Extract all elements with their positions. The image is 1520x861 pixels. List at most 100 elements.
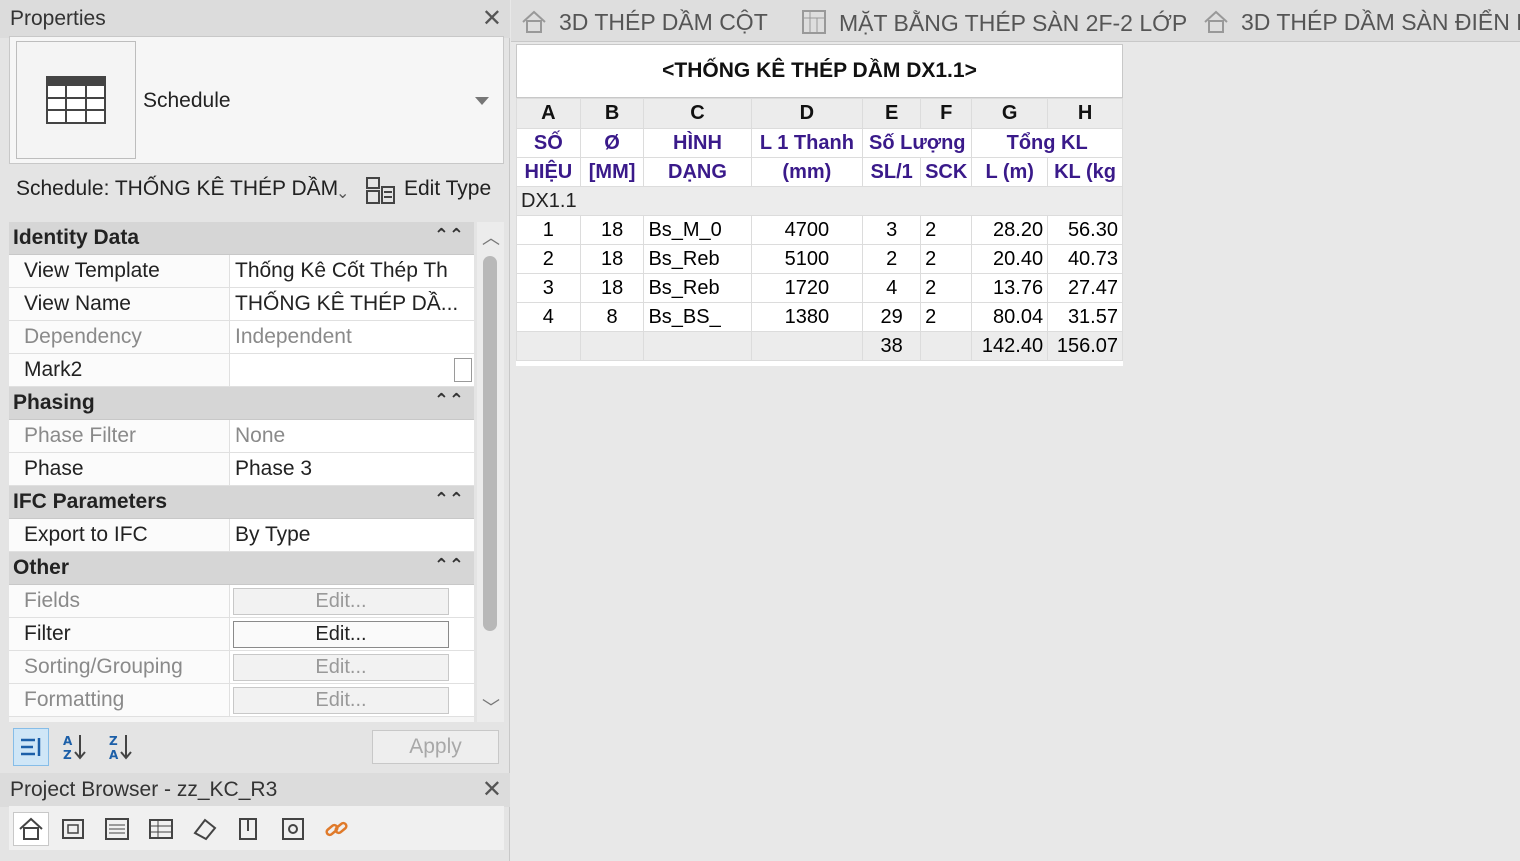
categorize-icon[interactable] bbox=[13, 728, 49, 766]
tab-mat-bang-thep-san[interactable]: MẶT BẰNG THÉP SÀN 2F-2 LỚP bbox=[801, 0, 1187, 41]
table-cell[interactable]: 27.47 bbox=[1047, 273, 1123, 303]
table-cell[interactable] bbox=[579, 331, 645, 361]
header-cell[interactable]: L 1 Thanh bbox=[750, 128, 864, 158]
table-cell[interactable]: 13.76 bbox=[971, 273, 1049, 303]
export-ifc-select[interactable]: By Type bbox=[230, 519, 474, 551]
table-cell[interactable]: Bs_Reb bbox=[643, 273, 752, 303]
tab-3d-thep-dam-san[interactable]: 3D THÉP DẦM SÀN ĐIỂN HÌ bbox=[1203, 0, 1520, 41]
table-cell[interactable] bbox=[750, 331, 864, 361]
chevron-down-icon[interactable]: ⌄ bbox=[336, 183, 349, 203]
table-cell[interactable]: 5100 bbox=[750, 244, 864, 274]
column-letter[interactable]: A bbox=[516, 98, 581, 129]
collapse-icon[interactable]: ⌃⌃ bbox=[434, 390, 464, 411]
table-cell[interactable]: Bs_M_0 bbox=[643, 215, 752, 245]
header-cell[interactable]: SCK bbox=[920, 157, 973, 187]
table-cell[interactable] bbox=[516, 331, 581, 361]
table-cell[interactable]: 4 bbox=[516, 302, 581, 332]
table-cell[interactable]: 2 bbox=[862, 244, 922, 274]
table-cell[interactable]: 31.57 bbox=[1047, 302, 1123, 332]
header-cell[interactable]: HIỆU bbox=[516, 157, 581, 187]
header-cell[interactable]: (mm) bbox=[750, 157, 864, 187]
table-cell[interactable]: 2 bbox=[516, 244, 581, 274]
legend-icon[interactable] bbox=[187, 812, 223, 846]
table-cell[interactable]: 2 bbox=[920, 302, 973, 332]
header-cell[interactable]: SL/1 bbox=[862, 157, 922, 187]
schedule-view[interactable]: <THỐNG KÊ THÉP DẦM DX1.1> A B C D E F G … bbox=[516, 44, 1123, 366]
header-cell[interactable]: Ø bbox=[579, 128, 645, 158]
total-length[interactable]: 142.40 bbox=[971, 331, 1049, 361]
properties-scrollbar[interactable]: ︿ ﹀ bbox=[477, 222, 504, 722]
total-weight[interactable]: 156.07 bbox=[1047, 331, 1123, 361]
header-cell[interactable]: L (m) bbox=[971, 157, 1049, 187]
table-cell[interactable]: Bs_Reb bbox=[643, 244, 752, 274]
table-cell[interactable]: 1 bbox=[516, 215, 581, 245]
header-cell[interactable]: [MM] bbox=[579, 157, 645, 187]
view-name-field[interactable]: THỐNG KÊ THÉP DẦ... bbox=[230, 288, 474, 320]
sorting-edit-button[interactable]: Edit... bbox=[233, 654, 449, 681]
table-cell[interactable]: 18 bbox=[579, 244, 645, 274]
table-cell[interactable]: 3 bbox=[516, 273, 581, 303]
table-cell[interactable]: 2 bbox=[920, 244, 973, 274]
column-letter[interactable]: H bbox=[1047, 98, 1123, 129]
header-cell[interactable]: DẠNG bbox=[643, 157, 752, 187]
sheet-list-icon[interactable] bbox=[99, 812, 135, 846]
chevron-down-icon[interactable] bbox=[475, 97, 489, 105]
house-icon[interactable] bbox=[13, 812, 49, 846]
column-letter[interactable]: E bbox=[862, 98, 922, 129]
total-quantity[interactable]: 38 bbox=[862, 331, 922, 361]
collapse-icon[interactable]: ⌃⌃ bbox=[434, 489, 464, 510]
edit-type-button[interactable]: Edit Type bbox=[364, 168, 491, 212]
instance-filter-dropdown[interactable]: Schedule: THỐNG KÊ THÉP DẦM bbox=[9, 168, 354, 212]
table-cell[interactable]: 29 bbox=[862, 302, 922, 332]
mark2-checkbox[interactable] bbox=[454, 358, 472, 382]
table-cell[interactable] bbox=[643, 331, 752, 361]
collapse-icon[interactable]: ⌃⌃ bbox=[434, 555, 464, 576]
close-icon[interactable]: ✕ bbox=[482, 4, 502, 33]
table-cell[interactable]: 2 bbox=[920, 215, 973, 245]
schedule-list-icon[interactable] bbox=[143, 812, 179, 846]
column-letter[interactable]: G bbox=[971, 98, 1049, 129]
section-phasing[interactable]: Phasing ⌃⌃ bbox=[9, 387, 474, 420]
fields-edit-button[interactable]: Edit... bbox=[233, 588, 449, 615]
filter-edit-button[interactable]: Edit... bbox=[233, 621, 449, 648]
family-icon[interactable] bbox=[275, 812, 311, 846]
table-cell[interactable]: 80.04 bbox=[971, 302, 1049, 332]
table-cell[interactable]: Bs_BS_ bbox=[643, 302, 752, 332]
formatting-edit-button[interactable]: Edit... bbox=[233, 687, 449, 714]
type-selector[interactable]: Schedule bbox=[9, 36, 504, 164]
table-cell[interactable]: 1720 bbox=[750, 273, 864, 303]
3d-view-icon[interactable] bbox=[55, 812, 91, 846]
scroll-down-icon[interactable]: ﹀ bbox=[482, 694, 500, 720]
phase-select[interactable]: Phase 3 bbox=[230, 453, 474, 485]
section-other[interactable]: Other ⌃⌃ bbox=[9, 552, 474, 585]
header-cell[interactable]: KL (kg bbox=[1047, 157, 1123, 187]
scroll-up-icon[interactable]: ︿ bbox=[482, 224, 500, 250]
header-cell[interactable]: Số Lượng bbox=[862, 128, 973, 158]
schedule-title[interactable]: <THỐNG KÊ THÉP DẦM DX1.1> bbox=[516, 44, 1123, 98]
table-cell[interactable]: 8 bbox=[579, 302, 645, 332]
sheet-icon[interactable] bbox=[231, 812, 267, 846]
table-cell[interactable]: 3 bbox=[862, 215, 922, 245]
header-cell[interactable]: SỐ bbox=[516, 128, 581, 158]
table-cell[interactable]: 28.20 bbox=[971, 215, 1049, 245]
scrollbar-thumb[interactable] bbox=[483, 256, 497, 631]
column-letter[interactable]: B bbox=[579, 98, 645, 129]
table-cell[interactable]: 40.73 bbox=[1047, 244, 1123, 274]
table-cell[interactable]: 56.30 bbox=[1047, 215, 1123, 245]
column-letter[interactable]: C bbox=[643, 98, 752, 129]
header-cell[interactable]: Tổng KL bbox=[971, 128, 1123, 158]
table-cell[interactable]: 2 bbox=[920, 273, 973, 303]
mark2-field[interactable] bbox=[230, 354, 474, 386]
column-letter[interactable]: F bbox=[920, 98, 973, 129]
section-identity-data[interactable]: Identity Data ⌃⌃ bbox=[9, 222, 474, 255]
collapse-icon[interactable]: ⌃⌃ bbox=[434, 225, 464, 246]
table-cell[interactable]: 4700 bbox=[750, 215, 864, 245]
section-ifc-parameters[interactable]: IFC Parameters ⌃⌃ bbox=[9, 486, 474, 519]
group-header[interactable]: DX1.1 bbox=[516, 186, 1123, 216]
link-icon[interactable] bbox=[319, 812, 355, 846]
view-template-button[interactable]: Thống Kê Cốt Thép Th bbox=[230, 255, 474, 287]
table-cell[interactable]: 1380 bbox=[750, 302, 864, 332]
header-cell[interactable]: HÌNH bbox=[643, 128, 752, 158]
sort-descending-icon[interactable]: ZA bbox=[103, 728, 139, 766]
table-cell[interactable]: 20.40 bbox=[971, 244, 1049, 274]
